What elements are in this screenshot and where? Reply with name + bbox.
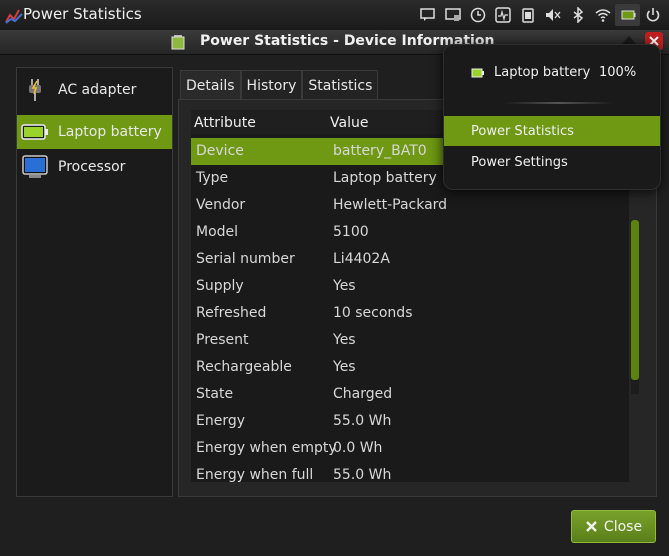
- cell-attribute: Energy: [196, 413, 246, 429]
- table-row[interactable]: Model 5100: [191, 219, 629, 246]
- clipboard-icon[interactable]: [515, 4, 540, 26]
- battery-icon: [171, 35, 185, 50]
- column-header-attribute[interactable]: Attribute: [194, 115, 256, 131]
- tab-statistics[interactable]: Statistics: [302, 70, 379, 101]
- cell-value: Charged: [333, 386, 393, 402]
- battery-icon: [21, 118, 49, 146]
- table-row[interactable]: Refreshed 10 seconds: [191, 300, 629, 327]
- popup-battery-label: Laptop battery: [494, 65, 591, 80]
- cell-attribute: Supply: [196, 278, 244, 294]
- tab-details[interactable]: Details: [180, 70, 241, 101]
- bluetooth-icon[interactable]: [565, 4, 590, 26]
- table-row[interactable]: Energy 55.0 Wh: [191, 408, 629, 435]
- cell-value: Yes: [333, 359, 356, 375]
- device-item-ac-adapter[interactable]: AC adapter: [17, 73, 172, 107]
- device-label: Processor: [58, 159, 126, 175]
- processor-icon: [21, 153, 49, 181]
- volume-muted-icon[interactable]: [540, 4, 565, 26]
- cell-value: 55.0 Wh: [333, 413, 392, 429]
- battery-popup-menu: Laptop battery 100% Power Statistics Pow…: [443, 44, 661, 190]
- cell-value: Li4402A: [333, 251, 390, 267]
- popup-battery-percent: 100%: [599, 65, 637, 80]
- table-row[interactable]: Vendor Hewlett-Packard: [191, 192, 629, 219]
- cell-value: 0.0 Wh: [333, 440, 383, 456]
- cell-value: 55.0 Wh: [333, 467, 392, 482]
- table-row[interactable]: Energy when full 55.0 Wh: [191, 462, 629, 482]
- cell-value: battery_BAT0: [333, 143, 427, 159]
- system-tray: [415, 4, 665, 26]
- top-panel: Power Statistics: [0, 0, 669, 30]
- cell-attribute: Refreshed: [196, 305, 267, 321]
- popup-battery-item[interactable]: Laptop battery: [471, 65, 590, 80]
- cell-attribute: Energy when empty: [196, 440, 337, 456]
- close-icon: [586, 521, 597, 532]
- table-row[interactable]: Supply Yes: [191, 273, 629, 300]
- battery-icon: [471, 68, 484, 77]
- cell-attribute: Present: [196, 332, 249, 348]
- device-list: AC adapter Laptop battery Processor: [16, 67, 173, 497]
- ac-adapter-icon: [21, 76, 49, 104]
- device-item-processor[interactable]: Processor: [17, 150, 172, 184]
- cell-value: Yes: [333, 332, 356, 348]
- menu-item-power-statistics[interactable]: Power Statistics: [444, 116, 660, 146]
- battery-icon[interactable]: [615, 4, 640, 26]
- cell-value: Hewlett-Packard: [333, 197, 448, 213]
- device-item-laptop-battery[interactable]: Laptop battery: [17, 115, 172, 149]
- notification-icon[interactable]: [415, 4, 440, 26]
- menu-item-label: Power Settings: [471, 154, 568, 170]
- tab-history[interactable]: History: [240, 70, 303, 101]
- device-label: AC adapter: [58, 82, 137, 98]
- close-button-label: Close: [603, 518, 643, 535]
- device-label: Laptop battery: [58, 124, 162, 140]
- power-icon[interactable]: [640, 4, 665, 26]
- cell-attribute: Energy when full: [196, 467, 314, 482]
- cell-attribute: Rechargeable: [196, 359, 292, 375]
- cell-attribute: Serial number: [196, 251, 295, 267]
- cell-value: Laptop battery: [333, 170, 437, 186]
- cell-value: 5100: [333, 224, 369, 240]
- popup-separator: [504, 102, 614, 104]
- cell-attribute: Type: [196, 170, 229, 186]
- cell-attribute: Vendor: [196, 197, 246, 213]
- cell-value: 10 seconds: [333, 305, 413, 321]
- clock-icon[interactable]: [465, 4, 490, 26]
- column-header-value[interactable]: Value: [330, 115, 368, 131]
- table-row[interactable]: Energy when empty 0.0 Wh: [191, 435, 629, 462]
- menu-item-label: Power Statistics: [471, 123, 574, 139]
- power-statistics-logo-icon: [5, 9, 23, 24]
- tab-bar: Details History Statistics: [180, 70, 379, 101]
- close-button[interactable]: Close: [571, 510, 656, 543]
- cell-attribute: State: [196, 386, 234, 402]
- table-row[interactable]: Rechargeable Yes: [191, 354, 629, 381]
- cell-value: Yes: [333, 278, 356, 294]
- display-icon[interactable]: [440, 4, 465, 26]
- table-row[interactable]: Present Yes: [191, 327, 629, 354]
- app-name[interactable]: Power Statistics: [23, 5, 142, 23]
- wifi-icon[interactable]: [590, 4, 615, 26]
- menu-item-power-settings[interactable]: Power Settings: [444, 147, 660, 177]
- table-row[interactable]: State Charged: [191, 381, 629, 408]
- scrollbar-thumb[interactable]: [631, 220, 639, 380]
- scrollbar[interactable]: [631, 220, 639, 394]
- system-monitor-icon[interactable]: [490, 4, 515, 26]
- table-row[interactable]: Serial number Li4402A: [191, 246, 629, 273]
- cell-attribute: Model: [196, 224, 239, 240]
- cell-attribute: Device: [196, 143, 244, 159]
